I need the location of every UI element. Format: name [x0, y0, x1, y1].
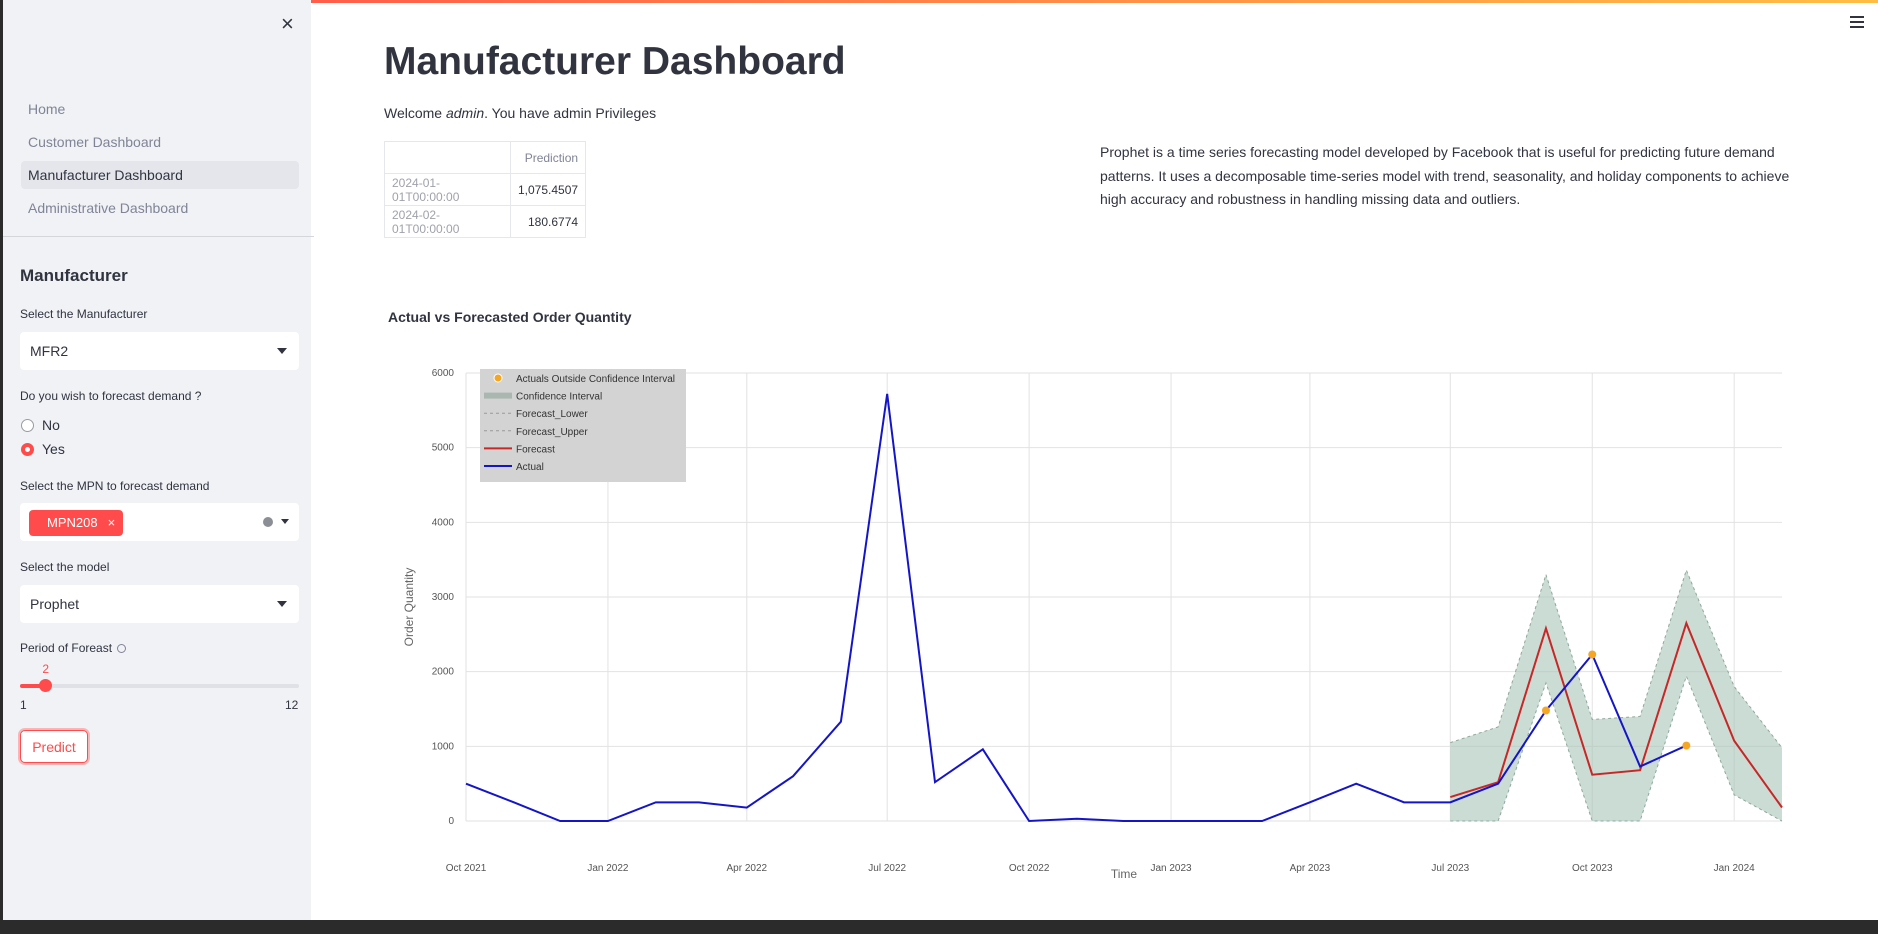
y-tick-label: 1000: [432, 741, 455, 752]
confidence-interval-band: [1450, 570, 1782, 821]
y-tick-label: 0: [448, 816, 454, 827]
help-icon[interactable]: [117, 644, 127, 654]
hamburger-menu-icon[interactable]: [1850, 16, 1864, 31]
forecast-question-label: Do you wish to forecast demand ?: [20, 389, 202, 403]
model-label: Select the model: [20, 560, 110, 574]
outside-point: [1682, 741, 1691, 750]
page-title: Manufacturer Dashboard: [384, 40, 846, 83]
welcome-prefix: Welcome: [384, 105, 446, 121]
table-row-index: 2024-01-01T00:00:00: [384, 173, 511, 206]
period-label: Period of Foreast: [20, 641, 127, 655]
table-row-index: 2024-02-01T00:00:00: [384, 205, 511, 238]
radio-no-label: No: [42, 417, 60, 433]
prediction-table: Prediction 2024-01-01T00:00:00 1,075.4507…: [384, 141, 587, 238]
x-tick-label: Apr 2022: [726, 863, 767, 874]
sidebar-item-administrative-dashboard[interactable]: Administrative Dashboard: [21, 194, 299, 222]
radio-no[interactable]: No: [21, 415, 60, 435]
chevron-down-icon[interactable]: [281, 519, 289, 524]
manufacturer-select[interactable]: MFR2: [20, 332, 299, 370]
chevron-down-icon: [277, 348, 287, 354]
table-column-header: Prediction: [509, 141, 587, 174]
x-tick-label: Oct 2021: [446, 863, 487, 874]
legend-label: Forecast: [516, 444, 555, 455]
legend-label: Confidence Interval: [516, 392, 602, 403]
predict-button[interactable]: Predict: [20, 730, 88, 763]
period-slider[interactable]: [20, 679, 299, 692]
order-quantity-chart: 0 1000 2000 3000 4000 5000 6000 Oct 2021 Jan 202…: [402, 368, 1783, 881]
legend-swatch-band: [484, 392, 512, 399]
legend-swatch-outside: [493, 373, 503, 383]
sidebar-item-manufacturer-dashboard[interactable]: Manufacturer Dashboard: [21, 161, 299, 189]
sidebar-item-customer-dashboard[interactable]: Customer Dashboard: [21, 128, 299, 156]
table-row: 2024-01-01T00:00:00 1,075.4507: [384, 173, 587, 206]
x-tick-label: Oct 2022: [1009, 863, 1050, 874]
mpn-label: Select the MPN to forecast demand: [20, 479, 210, 493]
x-tick-label: Oct 2023: [1572, 863, 1613, 874]
slider-thumb[interactable]: [39, 679, 53, 692]
legend-label: Forecast_Upper: [516, 427, 588, 438]
x-tick-label: Jan 2022: [587, 863, 629, 874]
y-tick-label: 4000: [432, 517, 455, 528]
slider-min: 1: [20, 698, 27, 712]
slider-max: 12: [285, 698, 299, 712]
radio-yes-circle[interactable]: [21, 442, 34, 456]
x-tick-label: Jan 2024: [1714, 863, 1756, 874]
y-tick-label: 3000: [432, 592, 455, 603]
model-select[interactable]: Prophet: [20, 585, 299, 623]
mpn-chip[interactable]: MPN208 ×: [29, 510, 124, 536]
slider-value: 2: [42, 662, 50, 676]
outside-point: [1541, 706, 1550, 715]
table-header-row: Prediction: [384, 141, 587, 174]
sidebar-nav: Home Customer Dashboard Manufacturer Das…: [21, 95, 299, 227]
table-row-value: 180.6774: [509, 205, 587, 238]
table-row-value: 1,075.4507: [509, 173, 587, 206]
welcome-text: Welcome admin. You have admin Privileges: [384, 105, 656, 121]
welcome-user: admin: [445, 105, 485, 121]
manufacturer-label: Select the Manufacturer: [20, 307, 148, 321]
y-tick-label: 2000: [432, 667, 455, 678]
mpn-chip-text: MPN208: [47, 515, 98, 530]
clear-selection-icon[interactable]: [263, 517, 273, 527]
radio-yes-label: Yes: [42, 441, 65, 457]
chip-remove-icon[interactable]: ×: [108, 510, 116, 536]
bottom-bar: [0, 920, 1878, 934]
welcome-suffix: . You have admin Privileges: [484, 105, 657, 121]
chart-title: Actual vs Forecasted Order Quantity: [388, 309, 632, 325]
legend-label: Actual: [516, 462, 544, 473]
sidebar-item-home[interactable]: Home: [21, 95, 299, 123]
x-axis-label: Time: [1111, 867, 1138, 881]
legend-label: Forecast_Lower: [516, 409, 588, 420]
x-tick-label: Jul 2023: [1431, 863, 1469, 874]
manufacturer-select-value: MFR2: [30, 343, 69, 359]
y-tick-label: 5000: [432, 443, 455, 454]
table-row: 2024-02-01T00:00:00 180.6774: [384, 205, 587, 238]
sidebar: × Home Customer Dashboard Manufacturer D…: [0, 0, 314, 920]
x-tick-label: Jul 2022: [868, 863, 906, 874]
mpn-multiselect[interactable]: MPN208 ×: [20, 503, 299, 541]
radio-yes[interactable]: Yes: [21, 439, 65, 459]
sidebar-divider: [3, 236, 314, 237]
outside-point: [1588, 650, 1597, 659]
sidebar-section-title: Manufacturer: [20, 266, 128, 285]
y-tick-label: 6000: [432, 368, 455, 379]
table-index-header: [384, 141, 511, 174]
radio-no-circle[interactable]: [21, 418, 34, 432]
chevron-down-icon: [277, 601, 287, 607]
y-axis-label: Order Quantity: [402, 568, 416, 647]
period-label-text: Period of Foreast: [20, 641, 113, 655]
model-select-value: Prophet: [30, 596, 80, 612]
model-description: Prophet is a time series forecasting mod…: [1100, 144, 1790, 207]
legend-label: Actuals Outside Confidence Interval: [516, 374, 675, 385]
x-tick-label: Jan 2023: [1150, 863, 1192, 874]
x-tick-label: Apr 2023: [1290, 863, 1331, 874]
close-icon[interactable]: ×: [281, 12, 294, 36]
